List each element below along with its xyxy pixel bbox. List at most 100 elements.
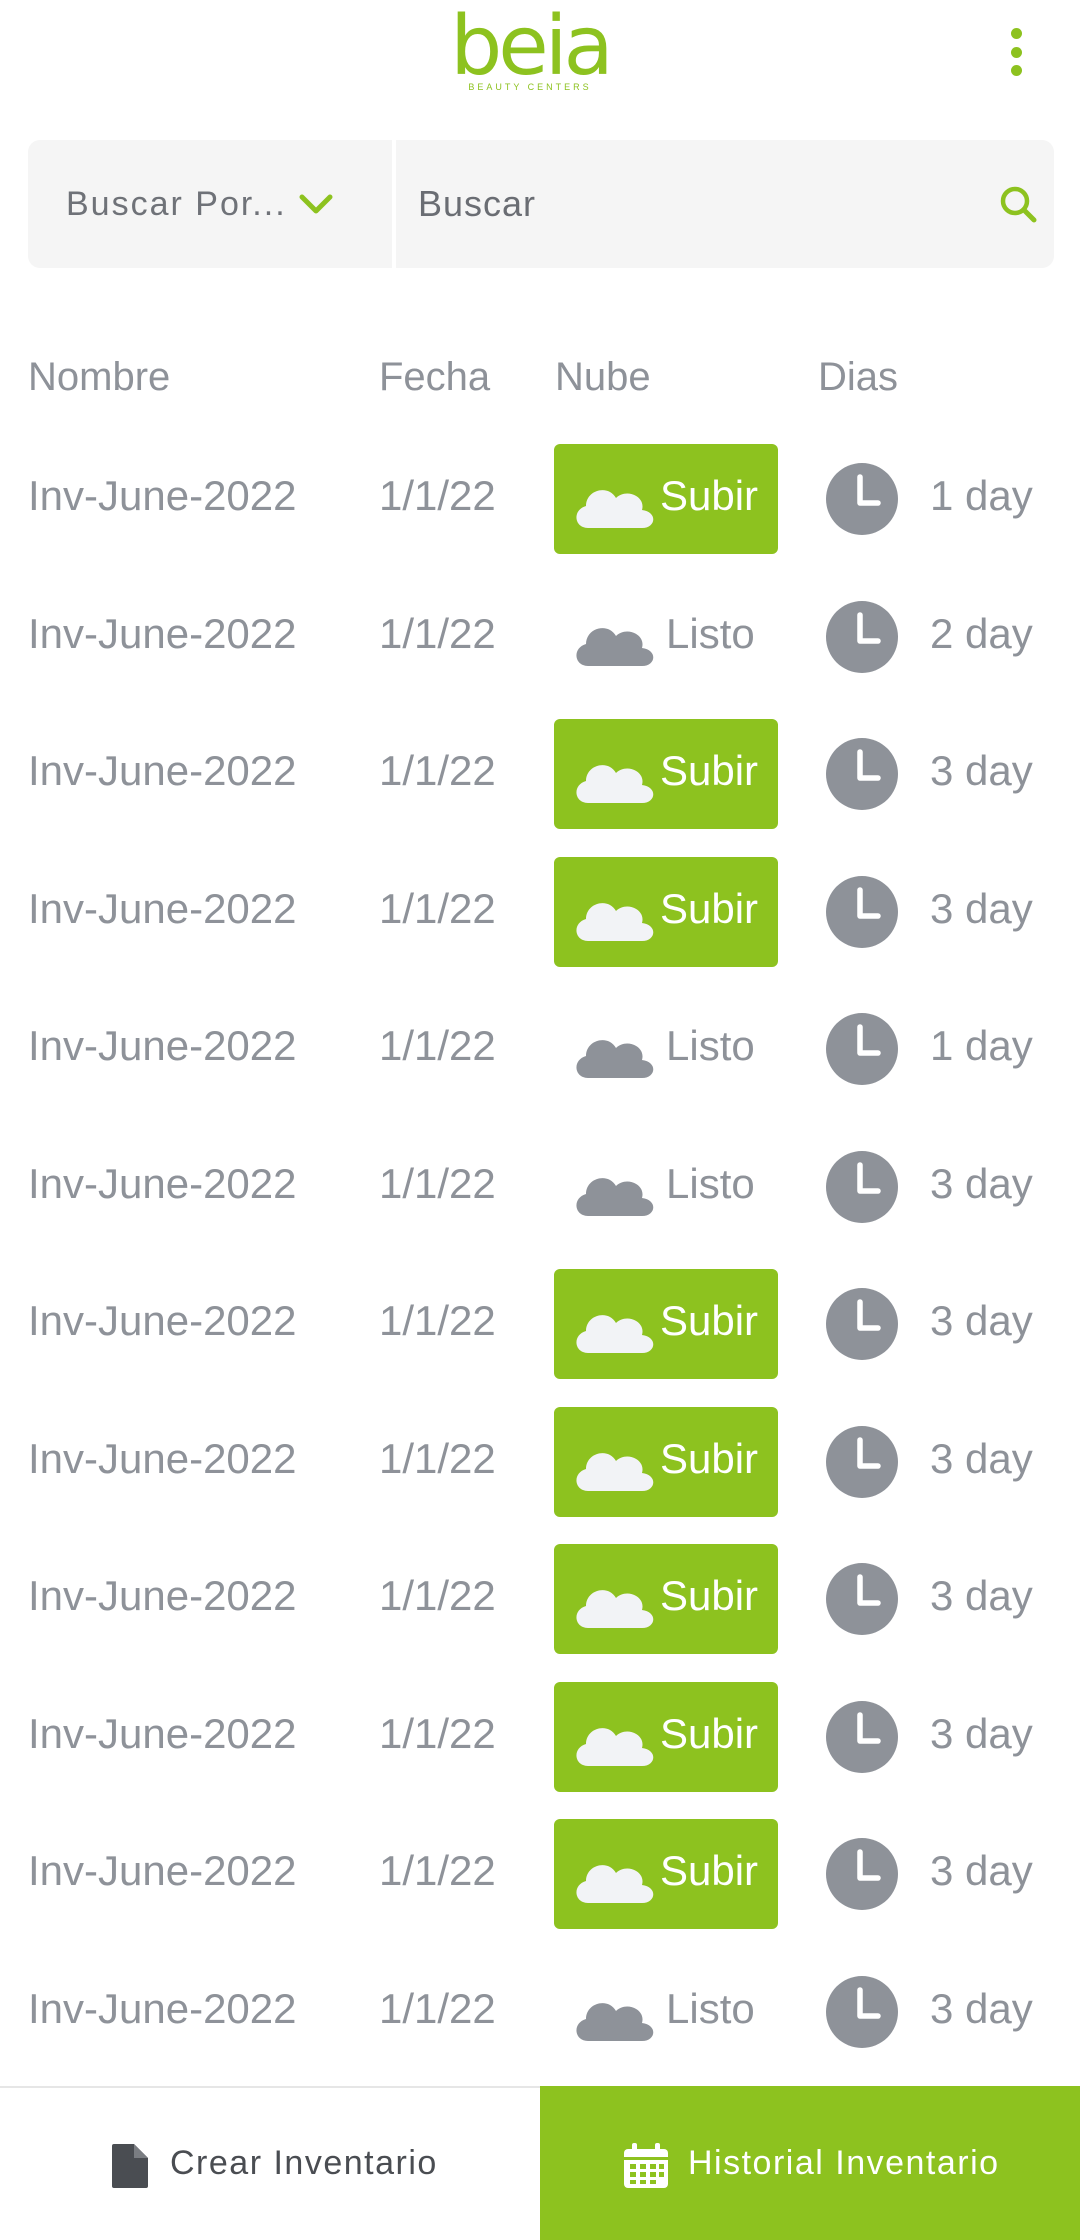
table-row: Inv-June-2022 1/1/22 Subir 3 day [0, 1681, 1080, 1792]
inventory-name: Inv-June-2022 [28, 609, 297, 657]
inventory-date: 1/1/22 [379, 1847, 496, 1894]
upload-button[interactable]: Subir [554, 1544, 778, 1654]
inventory-date: 1/1/22 [379, 1984, 496, 2032]
chevron-down-icon [299, 194, 333, 214]
inventory-name: Inv-June-2022 [28, 1022, 297, 1069]
upload-button[interactable]: Subir [554, 444, 778, 554]
clock-icon [826, 1975, 898, 2048]
cloud-icon [576, 1452, 654, 1491]
inventory-days: 3 day [930, 884, 1033, 932]
cloud-status-label: Subir [660, 472, 759, 519]
cloud-icon [576, 490, 654, 528]
tab-historial-inventario-label: Historial Inventario [688, 2144, 1000, 2182]
inventory-days: 3 day [930, 747, 1033, 794]
cloud-icon [576, 2002, 654, 2041]
column-header-cloud: Nube [555, 355, 651, 399]
inventory-date: 1/1/22 [379, 1434, 496, 1482]
upload-button[interactable]: Subir [554, 1269, 778, 1379]
cloud-status-label: Subir [660, 747, 759, 794]
inventory-days: 3 day [930, 1572, 1033, 1619]
inventory-name: Inv-June-2022 [28, 884, 297, 932]
cloud-icon [576, 1727, 654, 1766]
clock-icon [826, 1013, 898, 1085]
inventory-days: 3 day [930, 1847, 1033, 1894]
search-input[interactable] [396, 140, 956, 268]
uploaded-status: Listo [554, 1957, 778, 2067]
calendar-icon [624, 2143, 668, 2188]
bottom-navigation: Crear Inventario Historial Inventario [0, 2086, 1080, 2240]
tab-crear-inventario[interactable]: Crear Inventario [0, 2088, 540, 2240]
table-row: Inv-June-2022 1/1/22 Listo 1 day [0, 994, 1080, 1104]
inventory-name: Inv-June-2022 [28, 1572, 297, 1619]
table-row: Inv-June-2022 1/1/22 Subir 3 day [0, 1819, 1080, 1929]
cloud-status-label: Listo [666, 1022, 755, 1069]
clock-icon [826, 1288, 898, 1360]
inventory-days: 3 day [930, 1709, 1033, 1757]
cloud-icon [576, 765, 654, 803]
cloud-status-label: Subir [660, 884, 759, 932]
cloud-icon [576, 1590, 654, 1628]
tab-historial-inventario[interactable]: Historial Inventario [540, 2086, 1080, 2240]
inventory-date: 1/1/22 [379, 1297, 496, 1344]
inventory-date: 1/1/22 [379, 472, 496, 519]
more-vertical-icon[interactable] [1000, 24, 1032, 80]
inventory-name: Inv-June-2022 [28, 1847, 297, 1894]
uploaded-status: Listo [554, 582, 778, 692]
uploaded-status: Listo [554, 994, 778, 1104]
cloud-status-label: Subir [660, 1572, 759, 1619]
inventory-date: 1/1/22 [379, 1572, 496, 1619]
inventory-name: Inv-June-2022 [28, 747, 297, 794]
clock-icon [826, 738, 898, 810]
inventory-days: 3 day [930, 1434, 1033, 1482]
logo-wordmark: beia [450, 0, 614, 94]
table-row: Inv-June-2022 1/1/22 Subir 3 day [0, 1544, 1080, 1654]
inventory-name: Inv-June-2022 [28, 1434, 297, 1482]
cloud-icon [576, 1040, 654, 1078]
table-row: Inv-June-2022 1/1/22 Subir 3 day [0, 856, 1080, 967]
table-row: Inv-June-2022 1/1/22 Subir 1 day [0, 444, 1080, 554]
upload-button[interactable]: Subir [554, 1406, 778, 1517]
cloud-icon [576, 902, 654, 941]
search-field [396, 140, 1054, 268]
upload-button[interactable]: Subir [554, 856, 778, 967]
table-row: Inv-June-2022 1/1/22 Subir 3 day [0, 1269, 1080, 1379]
upload-button[interactable]: Subir [554, 1681, 778, 1792]
inventory-days: 3 day [930, 1984, 1033, 2032]
app-header: beia BEAUTY CENTERS [0, 0, 1080, 120]
column-header-name: Nombre [28, 355, 171, 399]
cloud-status-label: Subir [660, 1297, 759, 1344]
inventory-name: Inv-June-2022 [28, 1159, 297, 1207]
cloud-icon [576, 1177, 654, 1216]
clock-icon [826, 1700, 898, 1773]
inventory-days: 1 day [930, 1022, 1033, 1069]
table-row: Inv-June-2022 1/1/22 Listo 3 day [0, 1132, 1080, 1242]
column-header-days: Dias [818, 355, 899, 399]
search-filter-label: Buscar Por... [66, 184, 287, 223]
column-header-date: Fecha [379, 355, 491, 399]
clock-icon [826, 1425, 898, 1498]
cloud-icon [576, 1315, 654, 1353]
search-icon[interactable] [998, 184, 1038, 224]
document-icon [112, 2144, 148, 2188]
inventory-days: 3 day [930, 1159, 1033, 1207]
inventory-date: 1/1/22 [379, 609, 496, 657]
inventory-name: Inv-June-2022 [28, 1709, 297, 1757]
cloud-status-label: Listo [666, 1984, 755, 2032]
cloud-icon [576, 627, 654, 666]
beia-logo: beia BEAUTY CENTERS [440, 4, 620, 104]
inventory-date: 1/1/22 [379, 747, 496, 794]
table-row: Inv-June-2022 1/1/22 Listo 3 day [0, 1957, 1080, 2067]
clock-icon [826, 463, 898, 535]
upload-button[interactable]: Subir [554, 1819, 778, 1929]
inventory-date: 1/1/22 [379, 1709, 496, 1757]
search-bar: Buscar Por... [28, 140, 1054, 268]
search-filter-dropdown[interactable]: Buscar Por... [28, 140, 392, 268]
inventory-name: Inv-June-2022 [28, 472, 297, 519]
inventory-date: 1/1/22 [379, 1159, 496, 1207]
tab-crear-inventario-label: Crear Inventario [170, 2144, 438, 2182]
clock-icon [826, 1838, 898, 1910]
inventory-days: 3 day [930, 1297, 1033, 1344]
cloud-status-label: Subir [660, 1709, 759, 1757]
inventory-date: 1/1/22 [379, 1022, 496, 1069]
upload-button[interactable]: Subir [554, 719, 778, 829]
